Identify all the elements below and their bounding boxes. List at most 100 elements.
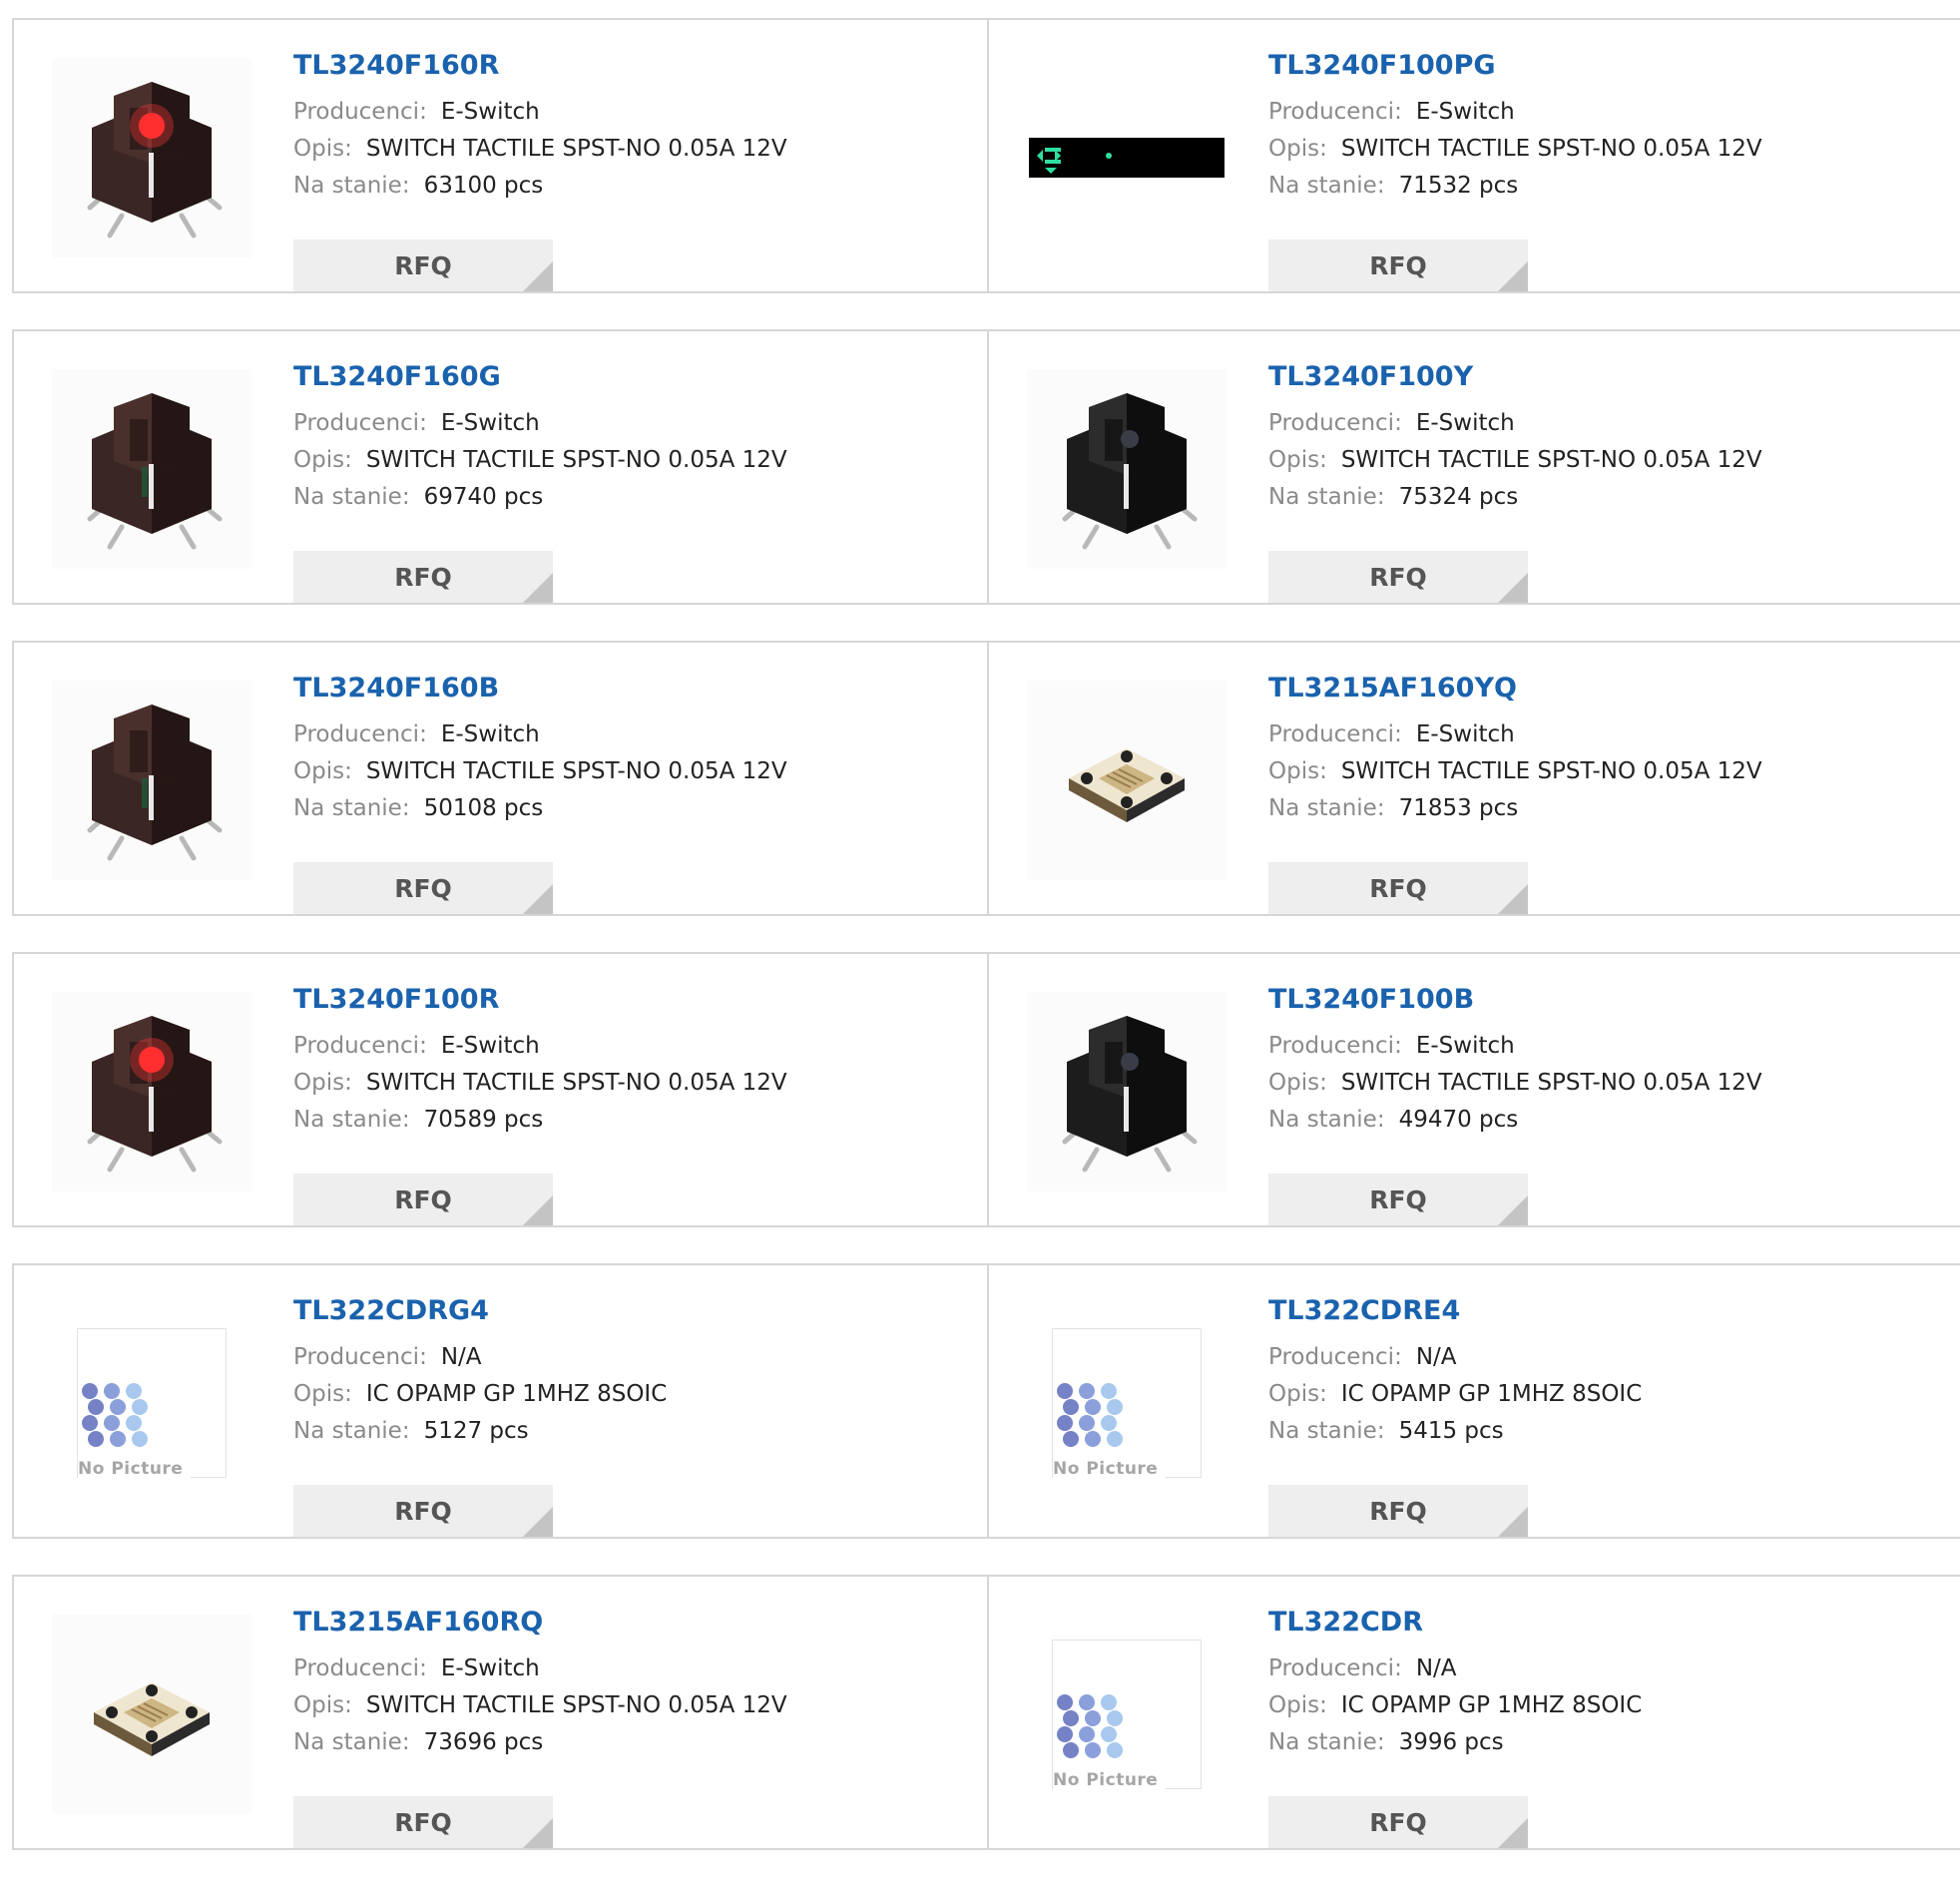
manufacturer-row: Producenci: E-Switch (293, 94, 977, 131)
manufacturer-label: Producenci: (1268, 1344, 1402, 1370)
part-number-link[interactable]: TL322CDR (1268, 1605, 1950, 1641)
stock-value: 70589 pcs (423, 1107, 544, 1133)
description-label: Opis: (1268, 1381, 1327, 1407)
product-card: TL3240F100PG Producenci: E-Switch Opis: SW… (987, 20, 1960, 291)
description-value: SWITCH TACTILE SPST-NO 0.05A 12V (365, 1070, 787, 1096)
product-info: TL3240F160G Producenci: E-Switch Opis: SWI… (293, 359, 977, 603)
description-row: Opis: SWITCH TACTILE SPST-NO 0.05A 12V (293, 442, 977, 479)
stock-value: 49470 pcs (1398, 1107, 1519, 1133)
rfq-button[interactable]: RFQ (293, 862, 553, 914)
product-info: TL3240F100PG Producenci: E-Switch Opis: SW… (1268, 48, 1950, 291)
product-thumbnail[interactable] (52, 1615, 251, 1814)
stock-value: 50108 pcs (423, 795, 544, 821)
part-number-link[interactable]: TL3240F160R (293, 48, 977, 84)
product-thumbnail[interactable] (52, 369, 251, 569)
rfq-button[interactable]: RFQ (293, 239, 553, 291)
description-row: Opis: SWITCH TACTILE SPST-NO 0.05A 12V (293, 1065, 977, 1102)
rfq-corner-decoration (523, 261, 553, 291)
manufacturer-value: E-Switch (440, 1655, 540, 1681)
rfq-button[interactable]: RFQ (1268, 551, 1528, 603)
stock-label: Na stanie: (1268, 1729, 1385, 1755)
switch-brown-image (52, 681, 251, 880)
manufacturer-label: Producenci: (1268, 1033, 1402, 1059)
rfq-corner-decoration (523, 884, 553, 914)
manufacturer-row: Producenci: N/A (1268, 1650, 1950, 1687)
description-value: SWITCH TACTILE SPST-NO 0.05A 12V (1340, 136, 1762, 162)
description-label: Opis: (293, 136, 352, 162)
description-value: SWITCH TACTILE SPST-NO 0.05A 12V (365, 136, 787, 162)
stock-value: 71532 pcs (1398, 173, 1519, 199)
rfq-button[interactable]: RFQ (293, 1174, 553, 1225)
stock-label: Na stanie: (1268, 173, 1385, 199)
manufacturer-value: E-Switch (1415, 1033, 1515, 1059)
rfq-button[interactable]: RFQ (293, 1796, 553, 1848)
manufacturer-value: N/A (1415, 1655, 1457, 1681)
product-thumbnail[interactable] (52, 58, 251, 257)
product-thumbnail[interactable] (1027, 681, 1226, 880)
description-row: Opis: SWITCH TACTILE SPST-NO 0.05A 12V (1268, 442, 1950, 479)
part-number-link[interactable]: TL3240F100B (1268, 982, 1950, 1018)
description-label: Opis: (1268, 447, 1327, 473)
manufacturer-value: E-Switch (1415, 99, 1515, 125)
product-thumbnail[interactable]: No Picture (1027, 1303, 1226, 1503)
description-value: IC OPAMP GP 1MHZ 8SOIC (365, 1381, 668, 1407)
stock-value: 71853 pcs (1398, 795, 1519, 821)
product-grid: TL3240F160R Producenci: E-Switch Opis: SWI… (12, 18, 1960, 1886)
rfq-corner-decoration (523, 573, 553, 603)
stock-value: 5415 pcs (1398, 1418, 1504, 1444)
stock-value: 5127 pcs (423, 1418, 529, 1444)
product-thumbnail[interactable] (52, 992, 251, 1191)
rfq-button[interactable]: RFQ (1268, 1796, 1528, 1848)
rfq-label: RFQ (1369, 250, 1427, 280)
description-row: Opis: SWITCH TACTILE SPST-NO 0.05A 12V (1268, 1065, 1950, 1102)
no-picture-placeholder: No Picture (1052, 1328, 1202, 1479)
product-thumbnail[interactable] (52, 681, 251, 880)
switch-flat-image (1027, 681, 1226, 880)
part-number-link[interactable]: TL3215AF160RQ (293, 1605, 977, 1641)
manufacturer-value: E-Switch (1415, 410, 1515, 436)
manufacturer-label: Producenci: (293, 99, 427, 125)
stock-label: Na stanie: (293, 173, 410, 199)
description-label: Opis: (293, 1070, 352, 1096)
product-info: TL322CDR Producenci: N/A Opis: IC OPAMP GP… (1268, 1605, 1950, 1848)
manufacturer-value: N/A (1415, 1344, 1457, 1370)
product-thumbnail[interactable] (1027, 992, 1226, 1191)
part-number-link[interactable]: TL3240F100PG (1268, 48, 1950, 84)
part-number-link[interactable]: TL3240F100Y (1268, 359, 1950, 395)
rfq-button[interactable]: RFQ (1268, 862, 1528, 914)
part-number-link[interactable]: TL3215AF160YQ (1268, 671, 1950, 707)
rfq-button[interactable]: RFQ (1268, 1174, 1528, 1225)
description-row: Opis: SWITCH TACTILE SPST-NO 0.05A 12V (293, 753, 977, 790)
switch-flat-image (52, 1615, 251, 1814)
product-thumbnail[interactable]: No Picture (1027, 1615, 1226, 1814)
product-thumbnail[interactable] (1027, 369, 1226, 569)
switch-red-led-image (52, 992, 251, 1191)
product-thumbnail[interactable] (1027, 58, 1226, 257)
rfq-button[interactable]: RFQ (1268, 1485, 1528, 1537)
description-row: Opis: SWITCH TACTILE SPST-NO 0.05A 12V (293, 1687, 977, 1724)
part-number-link[interactable]: TL3240F160B (293, 671, 977, 707)
manufacturer-label: Producenci: (1268, 721, 1402, 747)
no-picture-text: No Picture (78, 1459, 192, 1479)
product-row: TL3240F160B Producenci: E-Switch Opis: SWI… (12, 641, 1960, 916)
part-number-link[interactable]: TL322CDRG4 (293, 1293, 977, 1329)
product-info: TL322CDRE4 Producenci: N/A Opis: IC OPAMP … (1268, 1293, 1950, 1537)
rfq-button[interactable]: RFQ (293, 551, 553, 603)
part-number-link[interactable]: TL322CDRE4 (1268, 1293, 1950, 1329)
manufacturer-label: Producenci: (293, 1033, 427, 1059)
stock-value: 3996 pcs (1398, 1729, 1504, 1755)
rfq-button[interactable]: RFQ (1268, 239, 1528, 291)
product-info: TL3215AF160RQ Producenci: E-Switch Opis: S… (293, 1605, 977, 1848)
rfq-label: RFQ (1369, 873, 1427, 903)
rfq-corner-decoration (1498, 1507, 1528, 1537)
rfq-button[interactable]: RFQ (293, 1485, 553, 1537)
stock-row: Na stanie: 71853 pcs (1268, 790, 1950, 827)
description-label: Opis: (1268, 136, 1327, 162)
part-number-link[interactable]: TL3240F100R (293, 982, 977, 1018)
manufacturer-label: Producenci: (293, 1655, 427, 1681)
part-number-link[interactable]: TL3240F160G (293, 359, 977, 395)
product-thumbnail[interactable]: No Picture (52, 1303, 251, 1503)
product-card: TL3240F160R Producenci: E-Switch Opis: SWI… (14, 20, 987, 291)
product-card: No Picture TL322CDRE4 Producenci: N/A Opi… (987, 1265, 1960, 1537)
rfq-corner-decoration (523, 1195, 553, 1225)
